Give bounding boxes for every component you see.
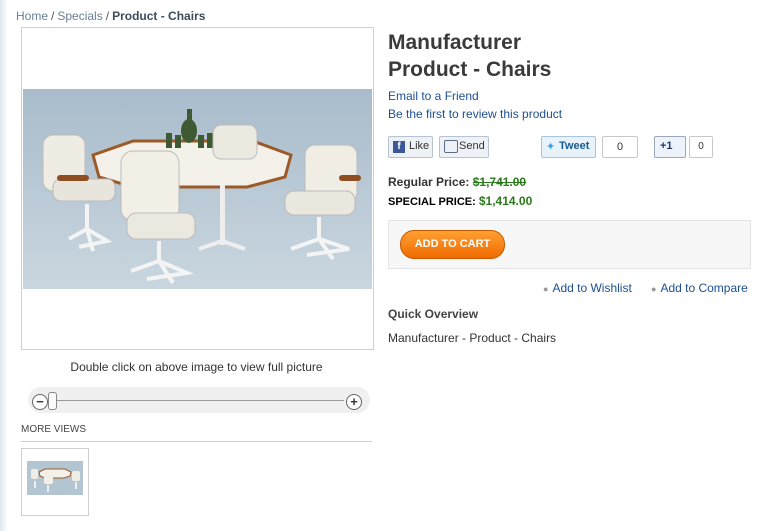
- write-review-link[interactable]: Be the first to review this product: [388, 107, 562, 121]
- breadcrumb-separator: /: [105, 9, 110, 23]
- zoom-out-button[interactable]: −: [32, 394, 48, 410]
- tweet-button[interactable]: ✦ Tweet: [541, 136, 596, 158]
- breadcrumb-separator: /: [51, 9, 55, 23]
- product-image-frame: [21, 27, 374, 350]
- add-to-compare: ● Add to Compare: [651, 281, 748, 295]
- facebook-like-label: Like: [409, 140, 430, 152]
- special-price-value: $1,414.00: [478, 194, 533, 208]
- bullet-icon: ●: [651, 284, 657, 294]
- add-to-wishlist-link[interactable]: Add to Wishlist: [552, 281, 631, 295]
- product-title-manufacturer: Manufacturer: [388, 31, 522, 54]
- product-title: Manufacturer Product - Chairs: [388, 29, 551, 83]
- thumbnail-image: [27, 461, 83, 495]
- add-to-wishlist: ● Add to Wishlist: [543, 281, 632, 295]
- google-plus-button[interactable]: +1: [654, 136, 686, 158]
- email-friend-link[interactable]: Email to a Friend: [388, 89, 479, 103]
- facebook-like-button[interactable]: f Like: [388, 136, 433, 158]
- facebook-send-label: Send: [459, 140, 485, 152]
- breadcrumb-specials[interactable]: Specials: [57, 9, 102, 23]
- add-to-compare-link[interactable]: Add to Compare: [660, 281, 747, 295]
- send-icon: [444, 140, 458, 153]
- regular-price-label: Regular Price:: [388, 175, 470, 189]
- zoom-slider: − +: [28, 387, 370, 413]
- left-edge-decoration: [0, 0, 8, 531]
- product-main-image[interactable]: [23, 89, 372, 289]
- add-to-cart-box: ADD TO CART: [388, 220, 751, 269]
- facebook-icon: f: [393, 141, 405, 153]
- add-to-cart-button[interactable]: ADD TO CART: [400, 230, 505, 259]
- twitter-bird-icon: ✦: [546, 141, 556, 153]
- image-zoom-hint: Double click on above image to view full…: [70, 360, 323, 374]
- zoom-in-button[interactable]: +: [346, 394, 362, 410]
- special-price-label: SPECIAL PRICE:: [388, 196, 476, 208]
- breadcrumb-current: Product - Chairs: [112, 9, 206, 23]
- google-plus-label: +1: [660, 140, 673, 152]
- more-views-heading: MORE VIEWS: [21, 424, 372, 442]
- more-views-thumbnail[interactable]: [21, 448, 89, 516]
- quick-overview-text: Manufacturer - Product - Chairs: [388, 331, 557, 345]
- quick-overview-heading: Quick Overview: [388, 307, 479, 321]
- special-price: SPECIAL PRICE: $1,414.00: [388, 194, 532, 208]
- product-title-name: Product - Chairs: [388, 58, 552, 81]
- regular-price: Regular Price: $1,741.00: [388, 175, 526, 189]
- tweet-count: 0: [602, 136, 638, 158]
- tweet-label: Tweet: [559, 140, 590, 152]
- google-plus-count: 0: [689, 136, 713, 158]
- breadcrumb-home[interactable]: Home: [16, 9, 48, 23]
- bullet-icon: ●: [543, 284, 549, 294]
- regular-price-value: $1,741.00: [472, 175, 527, 189]
- facebook-send-button[interactable]: Send: [439, 136, 489, 158]
- zoom-handle[interactable]: [48, 392, 57, 410]
- breadcrumb: Home / Specials / Product - Chairs: [16, 9, 205, 23]
- zoom-track[interactable]: [50, 400, 344, 401]
